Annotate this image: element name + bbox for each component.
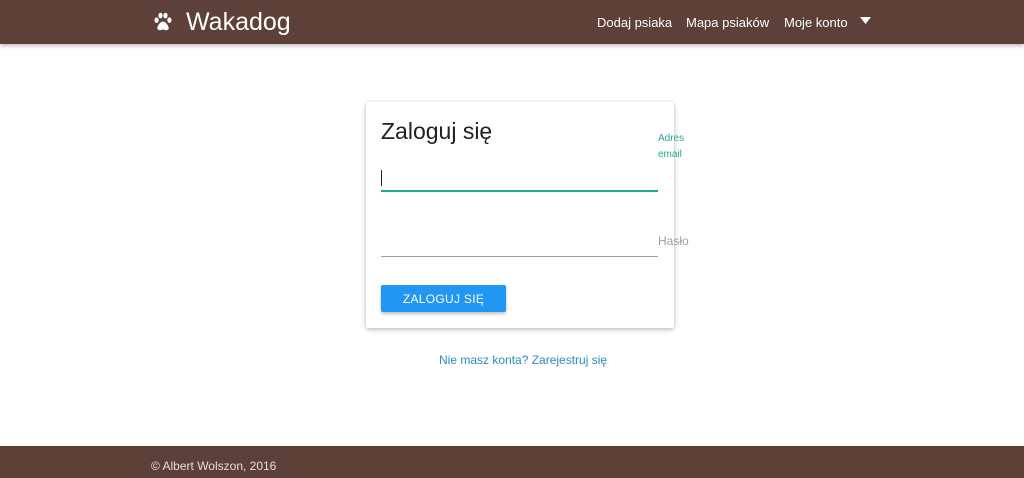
paw-icon bbox=[154, 12, 172, 31]
caret-down-icon[interactable] bbox=[860, 17, 871, 24]
page: Wakadog Dodaj psiaka Mapa psiaków Moje k… bbox=[0, 0, 1024, 478]
text-cursor bbox=[381, 170, 382, 186]
brand-name: Wakadog bbox=[186, 8, 291, 36]
password-input[interactable] bbox=[381, 227, 658, 257]
brand-logo-link[interactable]: Wakadog bbox=[152, 7, 291, 37]
nav-link-dog-map[interactable]: Mapa psiaków bbox=[686, 15, 769, 30]
register-link[interactable]: Nie masz konta? Zarejestruj się bbox=[439, 352, 607, 368]
email-input[interactable] bbox=[381, 162, 658, 192]
password-label: Hasło bbox=[658, 234, 689, 248]
nav-item-my-account-wrap: Moje konto bbox=[784, 0, 848, 44]
login-button[interactable]: ZALOGUJ SIĘ bbox=[381, 285, 506, 312]
top-navbar: Wakadog Dodaj psiaka Mapa psiaków Moje k… bbox=[0, 0, 1024, 44]
login-title: Zaloguj się bbox=[381, 118, 493, 144]
footer-copyright: © Albert Wolszon, 2016 bbox=[151, 459, 277, 473]
nav-link-add-dog[interactable]: Dodaj psiaka bbox=[597, 15, 672, 30]
email-label: Adres email bbox=[658, 133, 685, 160]
nav-link-my-account[interactable]: Moje konto bbox=[784, 15, 848, 30]
footer: © Albert Wolszon, 2016 bbox=[0, 446, 1024, 478]
nav-item-add-dog-wrap: Dodaj psiaka bbox=[597, 0, 672, 44]
nav-item-dog-map-wrap: Mapa psiaków bbox=[686, 0, 769, 44]
